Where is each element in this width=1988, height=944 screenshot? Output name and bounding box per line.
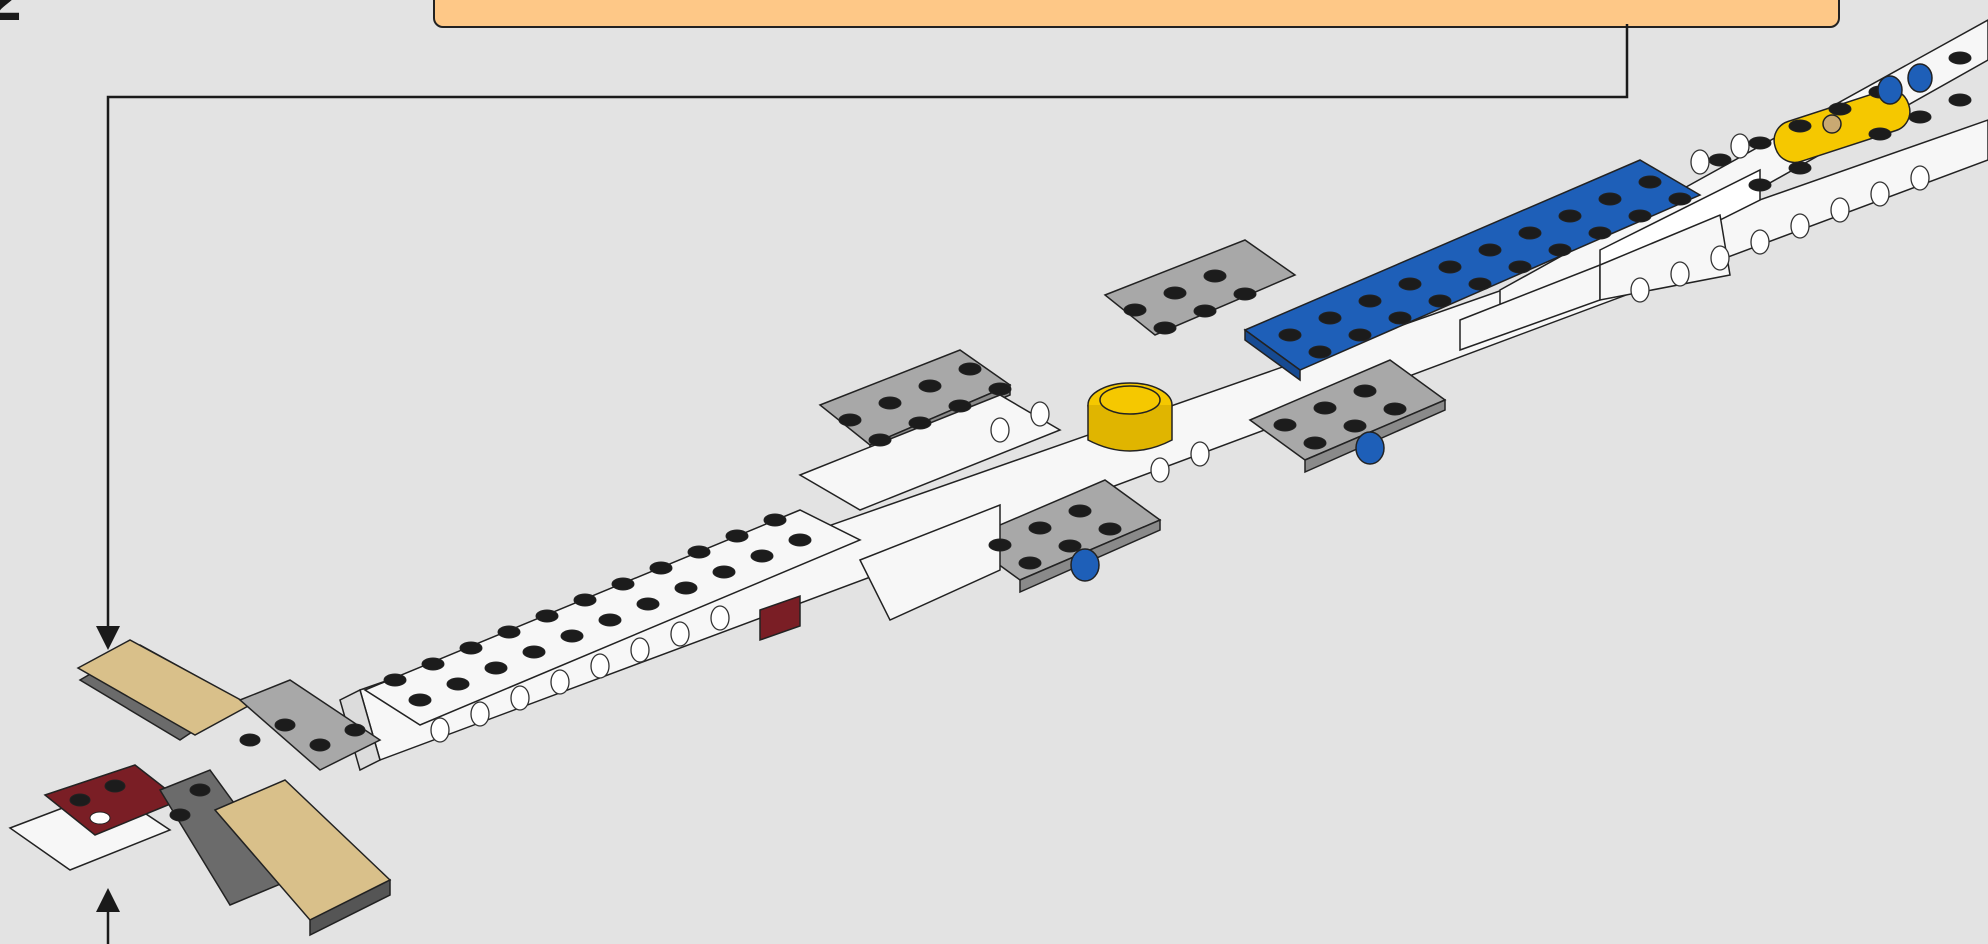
arrow-up-icon (96, 888, 120, 912)
base-beam (339, 119, 1988, 772)
yellow-round-brick (1087, 382, 1173, 452)
arrow-down-icon (96, 626, 120, 650)
build-illustration (8, 19, 1988, 944)
